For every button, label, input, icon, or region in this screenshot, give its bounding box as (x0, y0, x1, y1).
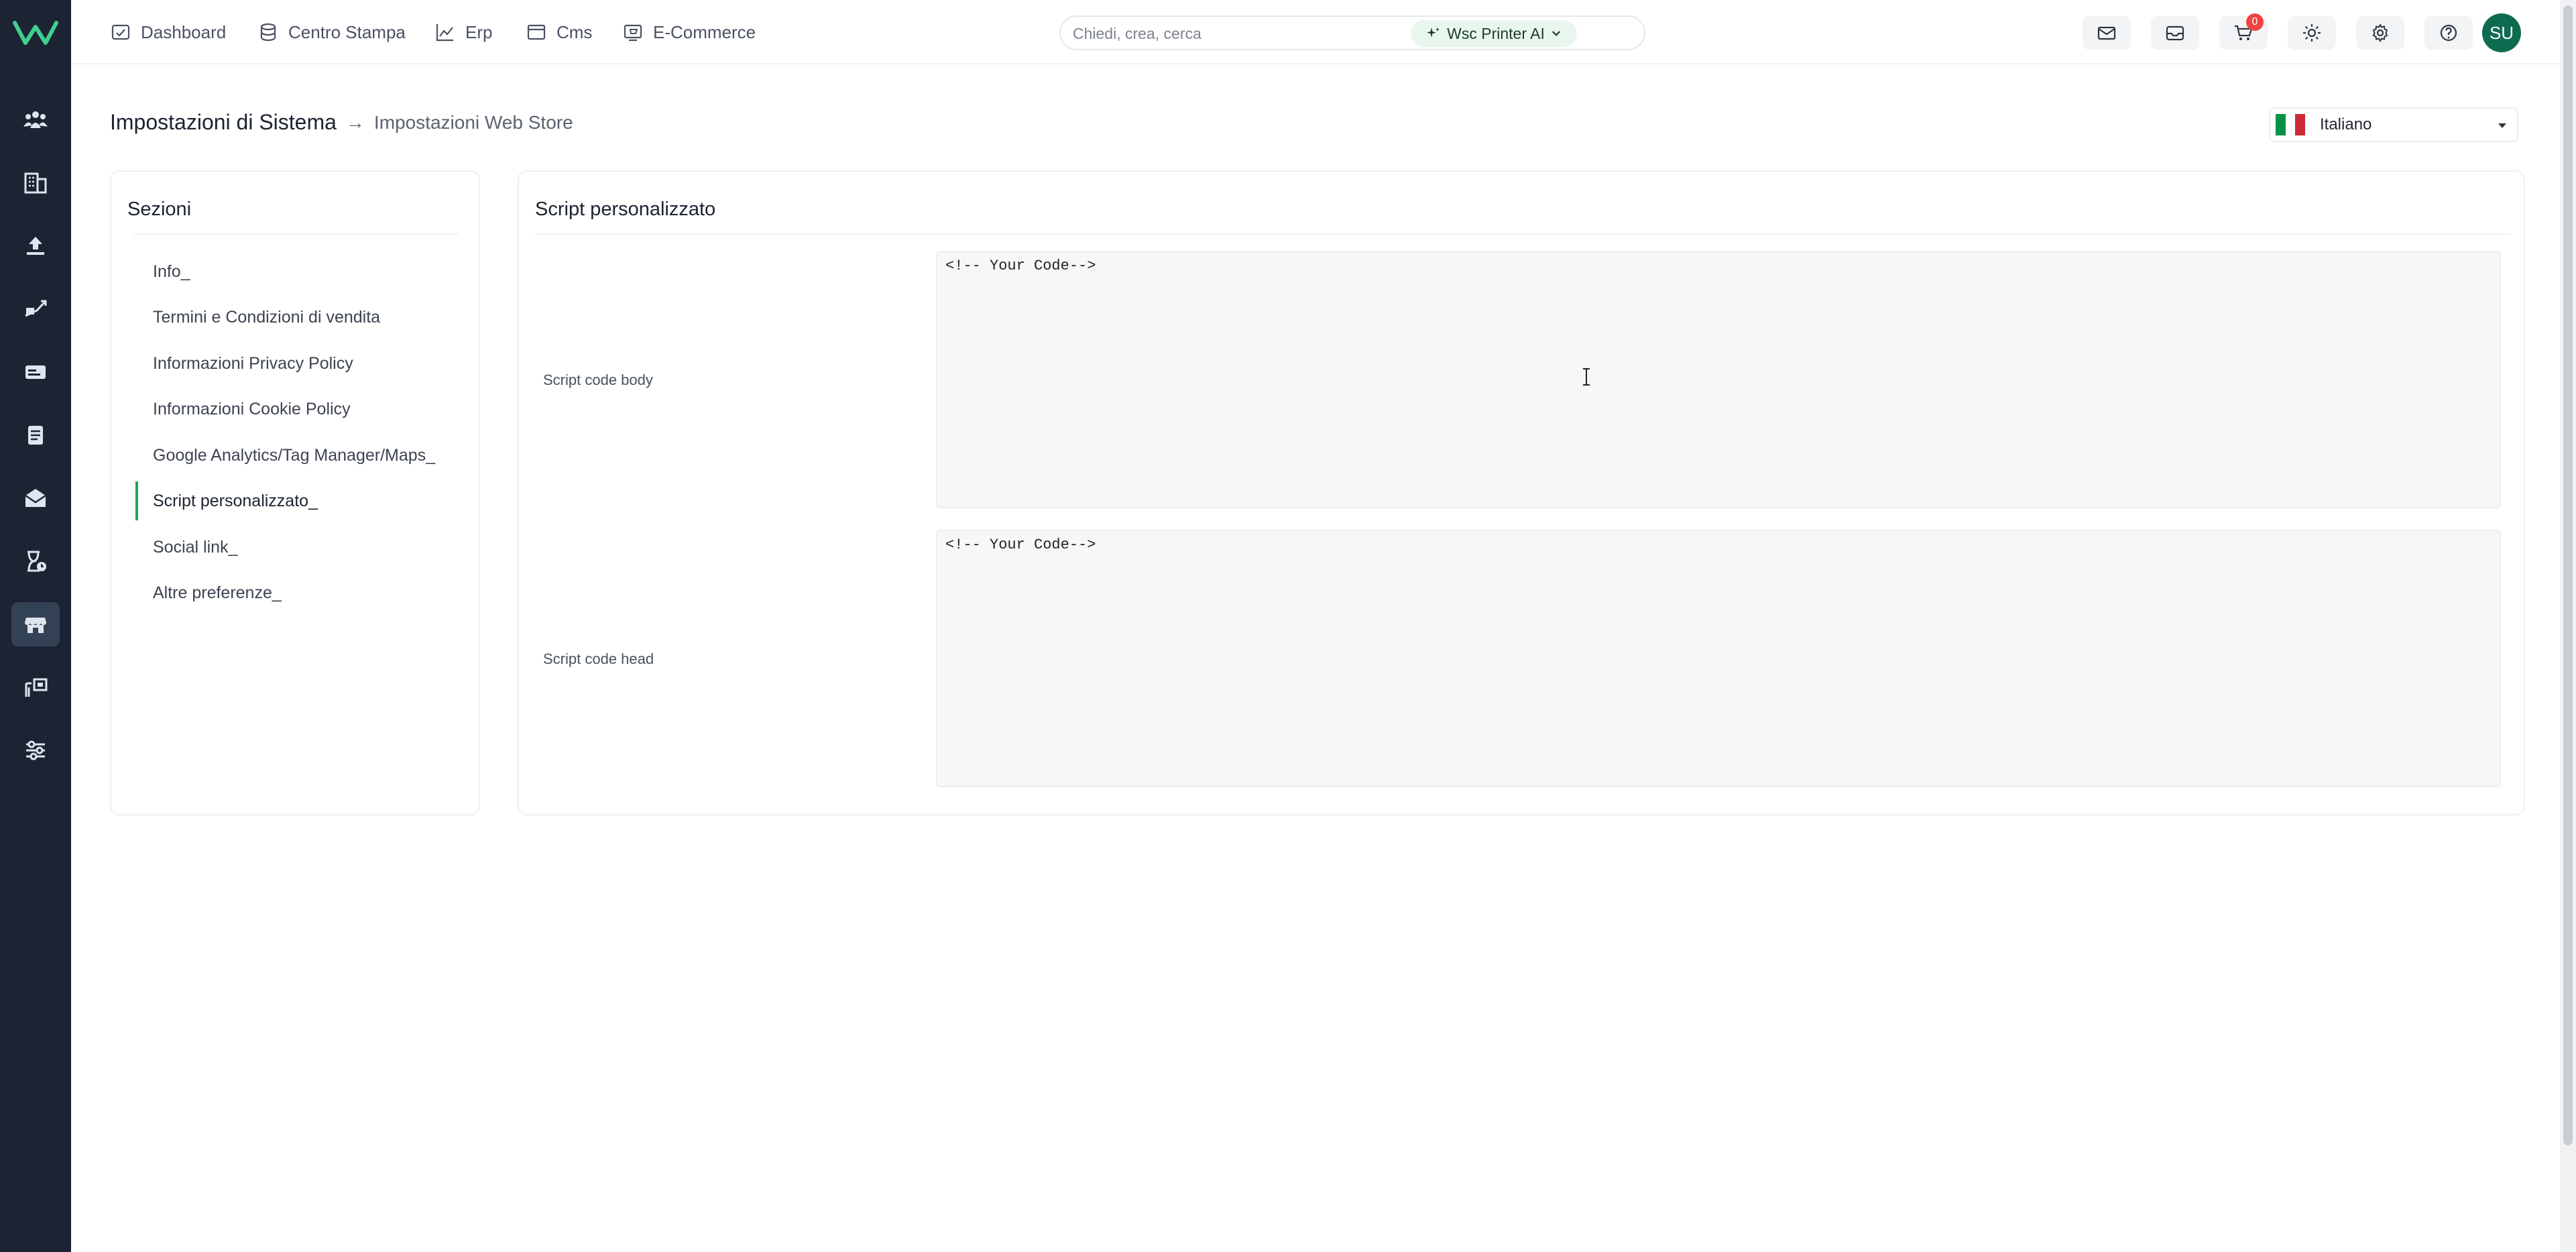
breadcrumb-root[interactable]: Impostazioni di Sistema (110, 110, 337, 135)
caret-down-icon (2498, 123, 2506, 128)
section-item-custom-script[interactable]: Script personalizzato_ (135, 481, 461, 520)
theme-toggle-button[interactable] (2288, 16, 2336, 50)
section-item-privacy-policy[interactable]: Informazioni Privacy Policy (135, 344, 461, 383)
custom-script-card: Script personalizzato Script code body <… (518, 170, 2525, 815)
mail-icon (2097, 26, 2116, 40)
top-bar: Dashboard Centro Stampa Erp Cms E-Commer… (71, 0, 2560, 64)
app-logo-icon[interactable] (12, 17, 59, 48)
rail-buildings-icon[interactable] (11, 161, 60, 205)
script-body-label: Script code body (543, 372, 653, 388)
ai-label: Wsc Printer AI (1447, 24, 1545, 42)
divider (535, 233, 2510, 235)
cart-count-badge: 0 (2246, 13, 2264, 31)
scrollbar-thumb[interactable] (2563, 5, 2573, 1145)
language-select[interactable]: Italiano (2269, 107, 2518, 142)
inbox-button[interactable] (2151, 16, 2199, 50)
breadcrumb: Impostazioni di Sistema → Impostazioni W… (110, 110, 573, 135)
nav-centro-stampa[interactable]: Centro Stampa (257, 19, 406, 46)
rail-card-icon[interactable] (11, 350, 60, 394)
rail-customers-icon[interactable] (11, 98, 60, 142)
section-item-cookie-policy[interactable]: Informazioni Cookie Policy (135, 390, 461, 429)
divider (134, 233, 459, 235)
sparkle-icon (1427, 27, 1440, 38)
nav-label: Dashboard (141, 21, 227, 42)
sections-title: Sezioni (127, 198, 192, 220)
user-avatar[interactable]: SU (2482, 13, 2521, 52)
nav-erp[interactable]: Erp (434, 19, 492, 46)
content-title: Script personalizzato (535, 198, 716, 220)
section-item-other-preferences[interactable]: Altre preferenze_ (135, 573, 461, 612)
sun-icon (2303, 24, 2321, 42)
breadcrumb-separator: → (345, 111, 365, 133)
script-head-textarea[interactable]: <!-- Your Code--> (936, 530, 2501, 787)
rail-store-icon[interactable] (11, 602, 60, 646)
cart-button[interactable]: 0 (2219, 13, 2268, 50)
section-item-social-link[interactable]: Social link_ (135, 528, 461, 567)
rail-mail-open-icon[interactable] (11, 476, 60, 520)
chevron-down-icon (1552, 31, 1560, 36)
breadcrumb-current: Impostazioni Web Store (373, 111, 573, 133)
script-body-textarea[interactable]: <!-- Your Code--> (936, 251, 2501, 508)
italian-flag-icon (2276, 114, 2306, 135)
dashboard-icon (111, 24, 130, 40)
rail-upload-icon[interactable] (11, 224, 60, 268)
rail-shipping-icon[interactable] (11, 287, 60, 331)
text-cursor-icon (1583, 368, 1590, 386)
sections-card: Sezioni Info_ Termini e Condizioni di ve… (110, 170, 480, 815)
language-label: Italiano (2320, 115, 2372, 133)
rail-hourglass-icon[interactable] (11, 539, 60, 583)
rail-sliders-icon[interactable] (11, 728, 60, 773)
chart-line-icon (436, 24, 453, 42)
ecommerce-icon (624, 24, 642, 42)
gear-icon (2372, 23, 2388, 43)
window-icon (527, 24, 546, 40)
app-root: Dashboard Centro Stampa Erp Cms E-Commer… (0, 0, 2576, 1252)
ai-assistant-button[interactable]: Wsc Printer AI (1411, 20, 1577, 47)
nav-label: Erp (465, 21, 493, 42)
search-input[interactable] (1073, 22, 1401, 45)
rail-document-icon[interactable] (11, 413, 60, 457)
section-item-google-analytics[interactable]: Google Analytics/Tag Manager/Maps_ (135, 436, 461, 475)
help-button[interactable] (2424, 16, 2473, 50)
section-item-info[interactable]: Info_ (135, 252, 461, 291)
nav-label: E-Commerce (653, 21, 756, 42)
nav-label: Centro Stampa (288, 21, 406, 42)
rail-press-icon[interactable] (11, 665, 60, 709)
nav-label: Cms (557, 21, 593, 42)
nav-e-commerce[interactable]: E-Commerce (622, 19, 756, 46)
mail-button[interactable] (2083, 16, 2131, 50)
search-bar: Wsc Printer AI (1059, 15, 1645, 50)
help-icon (2440, 24, 2457, 42)
page-scrollbar[interactable] (2560, 0, 2576, 1252)
script-head-label: Script code head (543, 650, 654, 667)
settings-button[interactable] (2356, 16, 2404, 50)
nav-cms[interactable]: Cms (526, 19, 592, 46)
section-item-terms[interactable]: Termini e Condizioni di vendita (135, 298, 461, 337)
database-icon (260, 23, 276, 42)
left-rail (0, 0, 71, 1252)
inbox-icon (2166, 25, 2184, 41)
nav-dashboard[interactable]: Dashboard (110, 19, 226, 46)
